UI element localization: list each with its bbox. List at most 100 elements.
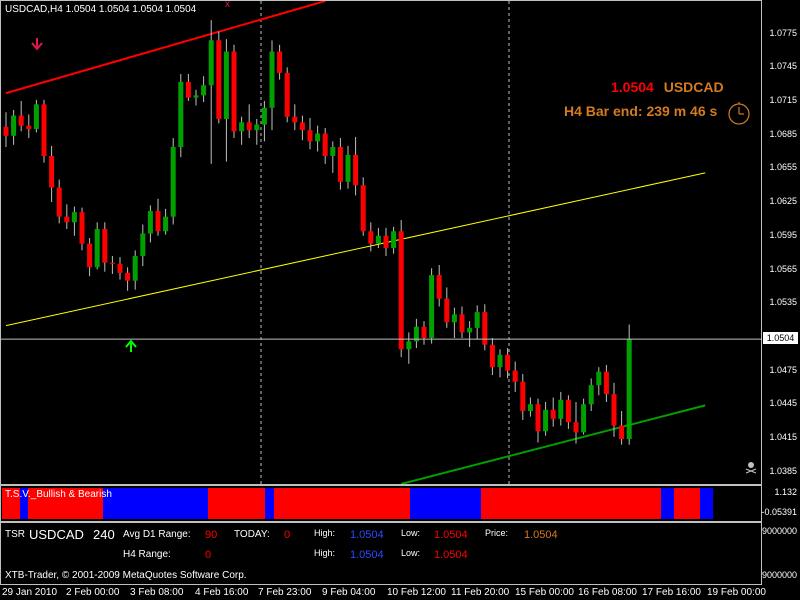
candle bbox=[277, 44, 283, 80]
candle bbox=[239, 116, 245, 145]
candle bbox=[383, 227, 389, 256]
price-tick-label: 1.0595 bbox=[769, 229, 797, 240]
candle bbox=[489, 337, 495, 376]
main-chart-panel[interactable]: x USDCAD,H4 1.0504 1.0504 1.0504 1.0504 … bbox=[0, 0, 762, 485]
chart-header: USDCAD,H4 1.0504 1.0504 1.0504 1.0504 bbox=[5, 4, 197, 15]
svg-text:x: x bbox=[225, 1, 230, 10]
indicator-scale-top: 1.132 bbox=[774, 487, 797, 497]
candle bbox=[603, 364, 609, 403]
time-tick-label: 15 Feb 00:00 bbox=[515, 587, 574, 598]
candle bbox=[391, 226, 397, 254]
candle bbox=[368, 222, 374, 252]
candle bbox=[3, 112, 9, 148]
price-tick-label: 1.0775 bbox=[769, 27, 797, 38]
time-tick-label: 19 Feb 00:00 bbox=[707, 587, 766, 598]
candle bbox=[109, 255, 115, 274]
price-tick-label: 1.0625 bbox=[769, 196, 797, 207]
candle bbox=[26, 114, 32, 139]
candle bbox=[307, 117, 313, 150]
avg-d1-value: 90 bbox=[205, 529, 218, 541]
price-tick-label: 1.0745 bbox=[769, 61, 797, 72]
tsr-scale-bottom: 9000000 bbox=[761, 570, 797, 580]
time-tick-label: 3 Feb 08:00 bbox=[130, 587, 184, 598]
high2-value: 1.0504 bbox=[350, 549, 384, 561]
candle bbox=[459, 306, 465, 338]
candle bbox=[254, 118, 260, 145]
candle bbox=[178, 74, 184, 158]
candle bbox=[216, 31, 222, 124]
avg-d1-label: Avg D1 Range: bbox=[123, 529, 191, 540]
candle bbox=[185, 74, 191, 101]
candle bbox=[163, 208, 169, 235]
candle bbox=[474, 305, 480, 340]
price-tick-label: 1.0385 bbox=[769, 465, 797, 476]
candle bbox=[429, 268, 435, 344]
time-axis[interactable]: 29 Jan 2010 2 Feb 00:00 3 Feb 08:00 4 Feb 1… bbox=[0, 585, 800, 600]
candle bbox=[413, 318, 419, 349]
low2-label: Low: bbox=[401, 548, 421, 558]
candle bbox=[117, 257, 123, 280]
candle bbox=[482, 304, 488, 351]
candle bbox=[512, 361, 518, 392]
overlay-price: 1.0504 bbox=[611, 79, 654, 95]
candle bbox=[79, 207, 85, 251]
candle bbox=[581, 398, 587, 435]
candle bbox=[353, 136, 359, 196]
time-tick-label: 17 Feb 16:00 bbox=[642, 587, 701, 598]
candle bbox=[49, 145, 55, 203]
candle bbox=[360, 177, 366, 236]
candle bbox=[132, 250, 138, 290]
indicator-title: T.S.V._Bullish & Bearish bbox=[5, 489, 112, 500]
candle bbox=[398, 220, 404, 358]
price-tick-label: 1.0535 bbox=[769, 297, 797, 308]
price-tick-label: 1.0685 bbox=[769, 128, 797, 139]
candle bbox=[497, 349, 503, 378]
tsr-panel[interactable]: TSR USDCAD 240 Avg D1 Range: 90 TODAY: 0… bbox=[0, 522, 762, 585]
candle bbox=[87, 238, 93, 277]
candle bbox=[284, 67, 290, 123]
tsr-scale-top: 9000000 bbox=[761, 526, 797, 536]
tsv-bar bbox=[708, 488, 714, 519]
price-chart[interactable]: x bbox=[1, 1, 761, 484]
candle bbox=[558, 391, 564, 426]
price-scale[interactable]: 1.0775 1.0745 1.0715 1.0685 1.0655 1.0625 1.05… bbox=[763, 0, 800, 485]
candle bbox=[246, 104, 252, 139]
time-tick-label: 9 Feb 04:00 bbox=[322, 587, 376, 598]
candle bbox=[626, 324, 632, 445]
low-value: 1.0504 bbox=[434, 529, 468, 541]
time-tick-label: 7 Feb 23:00 bbox=[258, 587, 312, 598]
candle bbox=[588, 378, 594, 411]
candle bbox=[269, 40, 275, 131]
candle bbox=[451, 307, 457, 338]
candle bbox=[292, 104, 298, 131]
buy-arrow-icon bbox=[125, 339, 137, 352]
candle bbox=[535, 398, 541, 443]
time-tick-label: 16 Feb 08:00 bbox=[578, 587, 637, 598]
candle bbox=[155, 198, 161, 236]
candle bbox=[102, 222, 108, 272]
candle bbox=[330, 141, 336, 173]
indicator-scale-bottom: -0.05391 bbox=[761, 507, 797, 517]
candle bbox=[18, 100, 24, 132]
time-tick-label: 2 Feb 00:00 bbox=[66, 587, 120, 598]
candle bbox=[565, 395, 571, 429]
tsr-symbol: USDCAD bbox=[29, 527, 84, 542]
low2-value: 1.0504 bbox=[434, 549, 468, 561]
candle bbox=[322, 127, 328, 164]
sell-arrow-icon bbox=[31, 38, 43, 51]
indicator-panel[interactable]: T.S.V._Bullish & Bearish bbox=[0, 485, 762, 522]
price-tick-label: 1.0475 bbox=[769, 364, 797, 375]
price-tick-label: 1.0445 bbox=[769, 398, 797, 409]
candle bbox=[193, 89, 199, 106]
time-tick-label: 4 Feb 16:00 bbox=[195, 587, 249, 598]
candle bbox=[337, 138, 343, 190]
candle bbox=[543, 402, 549, 436]
h4-range-value: 0 bbox=[205, 549, 212, 561]
candle bbox=[421, 321, 427, 345]
tsr-scale: 9000000 9000000 bbox=[761, 522, 800, 585]
candle bbox=[147, 205, 153, 243]
copyright-text: XTB-Trader, © 2001-2009 MetaQuotes Softw… bbox=[5, 570, 247, 581]
candle bbox=[619, 410, 625, 445]
time-tick-label: 11 Feb 20:00 bbox=[451, 587, 510, 598]
candle bbox=[94, 222, 100, 270]
